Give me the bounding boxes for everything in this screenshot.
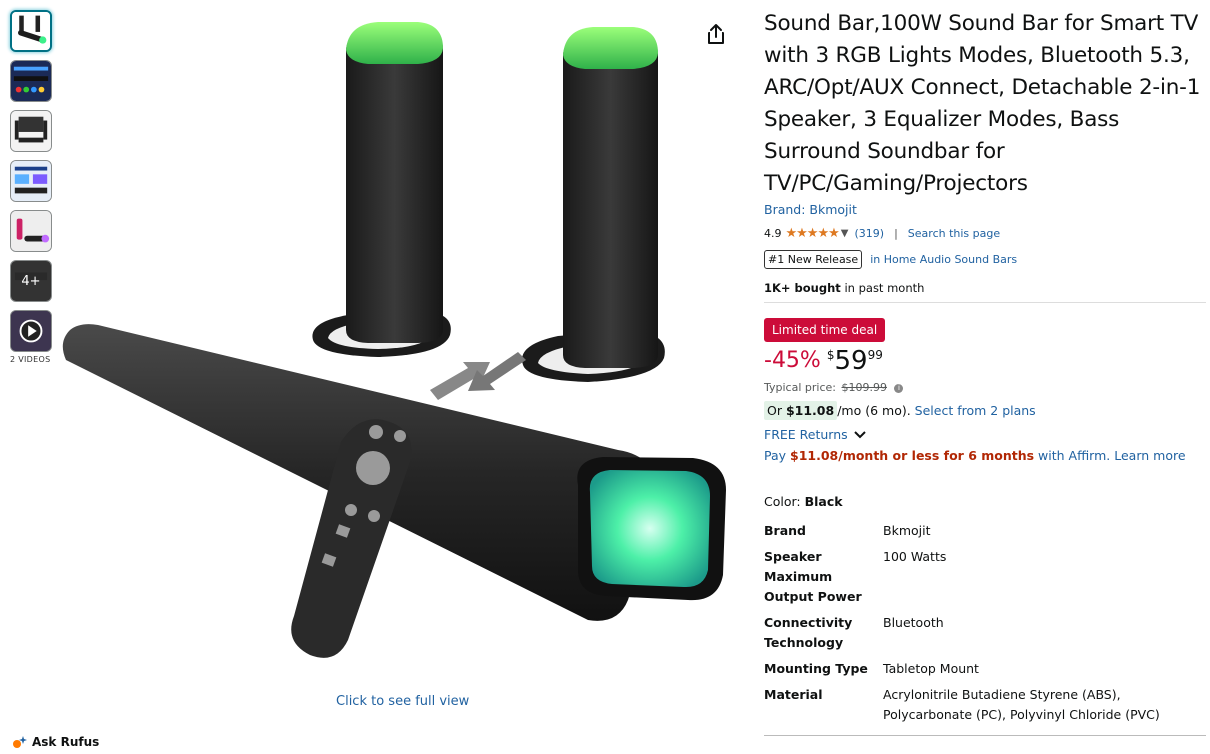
monthly-term: /mo (6 mo). (837, 403, 915, 418)
free-returns-link[interactable]: FREE Returns (764, 427, 1206, 442)
chevron-down-icon[interactable]: ▼ (841, 228, 849, 239)
brand-link[interactable]: Brand: Bkmojit (764, 202, 1206, 217)
new-release-row: #1 New Release in Home Audio Sound Bars (764, 249, 1206, 269)
specs-table: Brand Bkmojit Speaker Maximum Output Powe… (764, 521, 1204, 731)
spec-key: Speaker Maximum Output Power (764, 549, 862, 604)
discount-percent: -45% (764, 348, 821, 373)
main-product-image[interactable] (58, 10, 740, 685)
typical-price: Typical price: $109.99 i (764, 381, 1206, 394)
thumbnail-strip: 4+ 2 VIDEOS (10, 10, 54, 364)
affirm-offer: Pay $11.08/month or less for 6 months wi… (764, 448, 1206, 463)
spec-value: 100 Watts (883, 549, 947, 564)
rating-value: 4.9 (764, 226, 782, 240)
category-link[interactable]: in Home Audio Sound Bars (870, 253, 1017, 266)
product-title: Sound Bar,100W Sound Bar for Smart TV wi… (764, 11, 1201, 196)
thumbnail-more[interactable]: 4+ (10, 260, 52, 302)
new-release-badge[interactable]: #1 New Release (764, 249, 863, 269)
typical-price-value: $109.99 (841, 381, 887, 394)
full-view-link[interactable]: Click to see full view (336, 694, 469, 709)
videos-label: 2 VIDEOS (10, 355, 51, 364)
spec-value: Bkmojit (883, 523, 931, 538)
spec-key: Brand (764, 523, 806, 538)
price-whole: 59 (834, 346, 868, 376)
color-value: Black (804, 494, 843, 509)
affirm-amount: $11.08/month or less for 6 months (790, 448, 1035, 463)
divider: | (894, 226, 898, 240)
more-images-count: 4+ (11, 261, 51, 301)
table-row: Mounting Type Tabletop Mount (764, 659, 1204, 685)
select-plans-link[interactable]: Select from 2 plans (915, 403, 1036, 418)
price-row: -45% $ 59 99 (764, 347, 1206, 379)
rating-row: 4.9 ★★★★★ ▼ (319) | Search this page (764, 225, 1206, 241)
learn-more-link[interactable]: Learn more (1114, 448, 1185, 463)
bought-count: 1K+ bought (764, 281, 841, 295)
divider (764, 302, 1206, 303)
limited-time-deal-badge: Limited time deal (764, 318, 886, 342)
spec-value: Bluetooth (883, 615, 944, 630)
spec-value: Acrylonitrile Butadiene Styrene (ABS), P… (883, 687, 1160, 722)
search-page-link[interactable]: Search this page (908, 227, 1000, 240)
color-selection: Color: Black (764, 494, 1206, 509)
spec-key: Mounting Type (764, 661, 868, 676)
table-row: Connectivity Technology Bluetooth (764, 613, 1204, 659)
share-icon[interactable] (704, 22, 728, 46)
spec-key: Material (764, 687, 823, 702)
price-fraction: 99 (867, 348, 883, 362)
thumbnail-4[interactable] (10, 160, 52, 202)
monthly-amount-box: Or $11.08 (764, 401, 838, 420)
rufus-icon (13, 736, 27, 748)
monthly-amount: $11.08 (785, 403, 835, 418)
thumbnail-1[interactable] (10, 10, 52, 52)
affirm-pre: Pay (764, 448, 791, 463)
free-returns-label: FREE Returns (764, 427, 848, 442)
monthly-or: Or (767, 403, 786, 418)
typical-price-label: Typical price: (764, 381, 836, 394)
rating-count-link[interactable]: (319) (854, 227, 884, 240)
thumbnail-3[interactable] (10, 110, 52, 152)
table-row: Brand Bkmojit (764, 521, 1204, 547)
price-symbol: $ (826, 348, 835, 362)
table-row: Speaker Maximum Output Power 100 Watts (764, 547, 1204, 613)
bought-suffix: in past month (840, 281, 925, 295)
monthly-payment: Or $11.08/mo (6 mo). Select from 2 plans (764, 401, 1206, 420)
product-info: Sound Bar,100W Sound Bar for Smart TV wi… (764, 8, 1206, 736)
table-row: Material Acrylonitrile Butadiene Styrene … (764, 685, 1204, 731)
affirm-mid: with Affirm. (1034, 448, 1115, 463)
chevron-down-icon (853, 430, 866, 438)
divider (764, 735, 1206, 736)
color-label: Color: (764, 494, 805, 509)
bought-in-past-month: 1K+ bought in past month (764, 281, 1206, 295)
thumbnail-video[interactable] (10, 310, 52, 352)
ask-rufus-label: Ask Rufus (32, 735, 100, 749)
thumbnail-5[interactable] (10, 210, 52, 252)
thumbnail-2[interactable] (10, 60, 52, 102)
spec-value: Tabletop Mount (883, 661, 979, 676)
ask-rufus-button[interactable]: Ask Rufus (12, 735, 99, 749)
star-rating-icon[interactable]: ★★★★★ (786, 226, 840, 241)
info-icon[interactable]: i (894, 383, 904, 393)
spec-key: Connectivity Technology (764, 615, 853, 650)
